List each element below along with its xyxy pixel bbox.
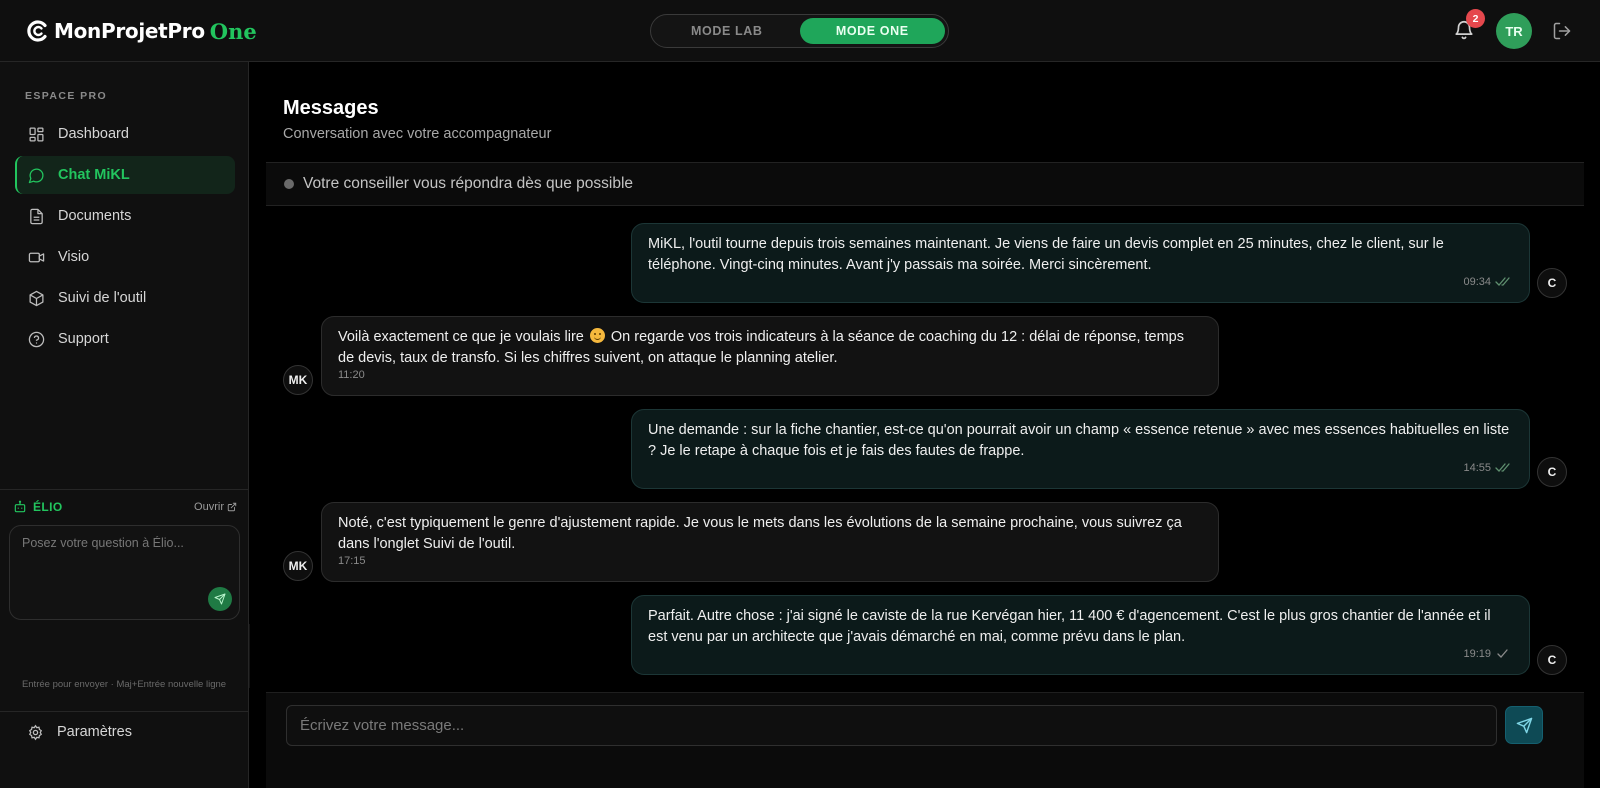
message-text: Une demande : sur la fiche chantier, est… (648, 422, 1510, 459)
avatar: MK (283, 551, 313, 581)
single-check-icon (1497, 649, 1508, 658)
sidebar-item-label: Suivi de l'outil (58, 290, 147, 306)
sidebar-item-label: Dashboard (58, 126, 129, 142)
logout-icon[interactable] (1552, 21, 1572, 41)
brand-suffix: One (209, 18, 257, 44)
message-input[interactable] (286, 705, 1497, 746)
message-bubble: Voilà exactement ce que je voulais lire … (321, 316, 1219, 396)
top-bar: MonProjetPro One MODE LAB MODE ONE 2 TR (0, 0, 1600, 62)
document-icon (30, 208, 43, 224)
chat-icon (28, 168, 44, 183)
mode-one-button[interactable]: MODE ONE (799, 18, 945, 44)
message-text: Noté, c'est typiquement le genre d'ajust… (338, 515, 1182, 552)
robot-icon (14, 500, 26, 513)
message-bubble: MiKL, l'outil tourne depuis trois semain… (631, 223, 1530, 303)
elio-open-link[interactable]: Ouvrir (194, 501, 237, 513)
divider (0, 489, 248, 490)
elio-question-input[interactable] (22, 536, 222, 550)
brand-logo[interactable]: MonProjetPro One (26, 17, 257, 45)
send-icon (214, 593, 226, 605)
settings-link[interactable]: Paramètres (27, 720, 132, 744)
sidebar-item-suivi-outil[interactable]: Suivi de l'outil (15, 279, 235, 317)
notification-badge: 2 (1466, 9, 1485, 28)
avatar: MK (283, 365, 313, 395)
settings-label: Paramètres (57, 724, 132, 740)
elio-header: ÉLIO Ouvrir (13, 499, 237, 515)
message-time: 14:55 (1463, 461, 1491, 474)
message-time: 17:15 (338, 554, 366, 567)
sidebar-item-visio[interactable]: Visio (15, 238, 235, 276)
avatar: C (1537, 645, 1567, 675)
send-icon (1516, 717, 1532, 733)
elio-send-button[interactable] (208, 587, 232, 611)
sidebar-item-chat-mikl[interactable]: Chat MiKL (15, 156, 235, 194)
double-check-icon (1495, 277, 1510, 286)
avatar: C (1537, 457, 1567, 487)
message-text: Parfait. Autre chose : j'ai signé le cav… (648, 608, 1491, 645)
external-link-icon (227, 502, 237, 512)
message-time: 09:34 (1463, 275, 1491, 288)
user-avatar[interactable]: TR (1496, 13, 1532, 49)
elio-open-label: Ouvrir (194, 501, 224, 513)
message-time: 11:20 (338, 368, 365, 381)
message-bubble: Une demande : sur la fiche chantier, est… (631, 409, 1530, 489)
elio-keyboard-hint: Entrée pour envoyer · Maj+Entrée nouvell… (21, 679, 227, 690)
sidebar: ESPACE PRO Dashboard Chat MiKL Documents… (0, 62, 249, 788)
message-meta: 11:20 (338, 365, 365, 386)
message-text: Voilà exactement ce que je voulais lire … (338, 327, 1202, 368)
message-meta: 19:19 (1463, 644, 1513, 665)
double-check-icon (1495, 463, 1510, 472)
sidebar-section-label: ESPACE PRO (25, 90, 108, 102)
message-composer (266, 692, 1584, 788)
message-text-part: Voilà exactement ce que je voulais lire (338, 329, 584, 345)
sidebar-item-dashboard[interactable]: Dashboard (15, 115, 235, 153)
message-meta: 09:34 (1463, 272, 1513, 293)
dashboard-icon (29, 126, 44, 142)
smile-emoji-icon (589, 328, 605, 343)
brand-name: MonProjetPro (54, 19, 205, 43)
gear-icon (28, 724, 43, 740)
mode-lab-button[interactable]: MODE LAB (654, 18, 800, 44)
mode-toggle: MODE LAB MODE ONE (650, 14, 949, 48)
sidebar-item-documents[interactable]: Documents (15, 197, 235, 235)
send-message-button[interactable] (1505, 706, 1543, 744)
sidebar-item-support[interactable]: Support (15, 320, 235, 358)
brand-mark-icon (27, 20, 47, 42)
message-meta: 17:15 (338, 551, 366, 572)
message-bubble: Parfait. Autre chose : j'ai signé le cav… (631, 595, 1530, 675)
main-content: Messages Conversation avec votre accompa… (250, 62, 1600, 788)
message-time: 19:19 (1463, 647, 1491, 660)
help-icon (28, 331, 45, 347)
sidebar-item-label: Documents (58, 208, 132, 224)
video-icon (28, 252, 45, 262)
sidebar-item-label: Visio (58, 249, 90, 265)
elio-title: ÉLIO (33, 500, 63, 514)
message-text: MiKL, l'outil tourne depuis trois semain… (648, 236, 1444, 273)
message-thread: MiKL, l'outil tourne depuis trois semain… (250, 62, 1600, 788)
avatar: C (1537, 268, 1567, 298)
elio-chat-box (9, 525, 240, 620)
cube-icon (29, 290, 44, 306)
message-bubble: Noté, c'est typiquement le genre d'ajust… (321, 502, 1219, 582)
sidebar-nav: Dashboard Chat MiKL Documents Visio Suiv… (15, 115, 235, 361)
sidebar-item-label: Support (58, 331, 109, 347)
sidebar-item-label: Chat MiKL (58, 167, 130, 183)
message-meta: 14:55 (1463, 458, 1513, 479)
divider (0, 711, 248, 712)
